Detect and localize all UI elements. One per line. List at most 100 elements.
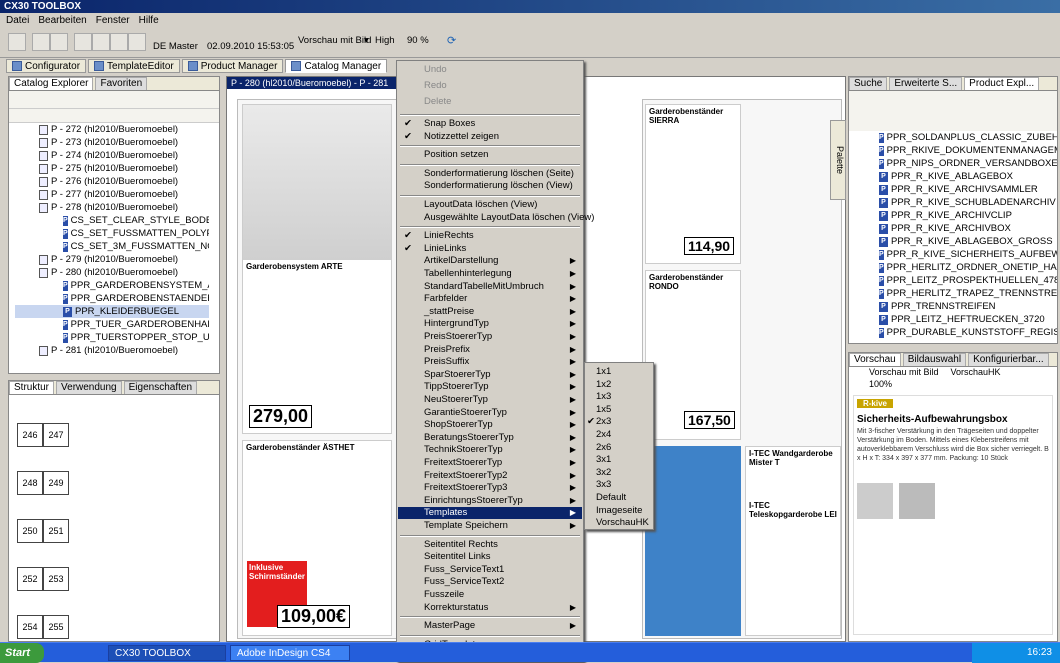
- submenu-item[interactable]: 1x1: [586, 366, 652, 378]
- menu-item[interactable]: TechnikStoererTyp ▶: [398, 444, 582, 456]
- submenu-item[interactable]: 2x6: [586, 442, 652, 454]
- menu-item[interactable]: LayoutData löschen (View): [398, 199, 582, 211]
- preview-mode-select[interactable]: Vorschau mit Bild: [869, 367, 939, 379]
- page-cell[interactable]: 246: [17, 423, 43, 447]
- tree-item[interactable]: P PPR_R_KIVE_ARCHIVSAMMLER: [879, 183, 1057, 196]
- menu-item[interactable]: SparStoererTyp ▶: [398, 369, 582, 381]
- submenu-item[interactable]: 1x3: [586, 391, 652, 403]
- preview-zoom[interactable]: 100%: [849, 379, 1057, 391]
- tab-konfigurierbar[interactable]: Konfigurierbar...: [968, 353, 1049, 366]
- product-box[interactable]: Garderobenständer SIERRA 114,90: [645, 104, 741, 264]
- menu-item[interactable]: MasterPage ▶: [398, 620, 582, 632]
- menu-item[interactable]: ✔ Snap Boxes: [398, 118, 582, 130]
- submenu-item[interactable]: 3x2: [586, 467, 652, 479]
- start-button[interactable]: Start: [0, 643, 44, 663]
- submenu-item[interactable]: 1x2: [586, 379, 652, 391]
- menu-item[interactable]: ArtikelDarstellung ▶: [398, 255, 582, 267]
- tab-templateeditor[interactable]: TemplateEditor: [88, 59, 180, 73]
- tree-item[interactable]: P PPR_R_KIVE_ARCHIVCLIP: [879, 209, 1057, 222]
- quality-select[interactable]: High: [375, 35, 395, 46]
- tree-item[interactable]: P PPR_RKIVE_DOKUMENTENMANAGEME: [879, 144, 1057, 157]
- tree-item[interactable]: PCS_SET_3M_FUSSMATTEN_NOMAD: [15, 240, 209, 253]
- tab-favoriten[interactable]: Favoriten: [95, 77, 148, 90]
- tree-item[interactable]: P PPR_NIPS_ORDNER_VERSANDBOXEN: [879, 157, 1057, 170]
- tab-suche[interactable]: Suche: [849, 77, 888, 90]
- menu-item[interactable]: Position setzen: [398, 149, 582, 161]
- menu-item[interactable]: FreitextStoererTyp ▶: [398, 457, 582, 469]
- page-cell[interactable]: 248: [17, 471, 43, 495]
- menu-item[interactable]: ✔ Notizzettel zeigen: [398, 131, 582, 143]
- menu-fenster[interactable]: Fenster: [96, 13, 130, 28]
- tab-struktur[interactable]: Struktur: [9, 381, 55, 394]
- menu-item[interactable]: Fusszeile: [398, 589, 582, 601]
- submenu-item[interactable]: 3x1: [586, 454, 652, 466]
- product-box[interactable]: Garderobenständer ÄSTHET Inklusive Schir…: [242, 440, 392, 636]
- tree-item[interactable]: P PPR_SOLDANPLUS_CLASSIC_ZUBEHOE: [879, 131, 1057, 144]
- menu-item[interactable]: PreisStoererTyp ▶: [398, 331, 582, 343]
- page-cell[interactable]: 252: [17, 567, 43, 591]
- tab-catalog-explorer[interactable]: Catalog Explorer: [9, 77, 94, 90]
- tab-eigenschaften[interactable]: Eigenschaften: [123, 381, 198, 394]
- tree-item[interactable]: P - 272 (hl2010/Bueromoebel): [15, 123, 209, 136]
- tree-item[interactable]: P - 281 (hl2010/Bueromoebel): [15, 344, 209, 357]
- menu-item[interactable]: TippStoererTyp ▶: [398, 381, 582, 393]
- menu-item[interactable]: Fuss_ServiceText1: [398, 564, 582, 576]
- menu-item[interactable]: StandardTabelleMitUmbruch ▶: [398, 281, 582, 293]
- product-box[interactable]: Garderobenständer RONDO 167,50: [645, 270, 741, 440]
- tree-item[interactable]: P PPR_KLEIDERBUEGEL: [15, 305, 209, 318]
- tree-item[interactable]: PCS_SET_CLEAR_STYLE_BODENSCH: [15, 214, 209, 227]
- page-cell[interactable]: 247: [43, 423, 69, 447]
- tree-item[interactable]: P - 277 (hl2010/Bueromoebel): [15, 188, 209, 201]
- menu-item[interactable]: PreisSuffix ▶: [398, 356, 582, 368]
- menu-item[interactable]: EinrichtungsStoererTyp ▶: [398, 495, 582, 507]
- refresh-icon[interactable]: ⟳: [447, 34, 456, 47]
- chevron-down-icon[interactable]: ▾: [364, 35, 369, 46]
- tree-item[interactable]: P PPR_R_KIVE_SCHUBLADENARCHIV: [879, 196, 1057, 209]
- menu-item[interactable]: BeratungsStoererTyp ▶: [398, 432, 582, 444]
- menu-datei[interactable]: Datei: [6, 13, 29, 28]
- tree-item[interactable]: P PPR_DURABLE_KUNSTSTOFF_REGISTI: [879, 326, 1057, 339]
- tree-item[interactable]: PCS_SET_FUSSMATTEN_POLYPROP: [15, 227, 209, 240]
- menu-item[interactable]: Undo: [398, 64, 582, 76]
- tree-item[interactable]: P PPR_R_KIVE_ARCHIVBOX: [879, 222, 1057, 235]
- preview-select[interactable]: Vorschau mit Bild: [298, 35, 371, 46]
- zoom-select[interactable]: 90 %: [407, 35, 429, 46]
- new-icon[interactable]: [8, 33, 26, 51]
- menu-item[interactable]: PreisPrefix ▶: [398, 344, 582, 356]
- menu-item[interactable]: Ausgewählte LayoutData löschen (View): [398, 212, 594, 224]
- doc-tab[interactable]: P - 280 (hl2010/Bueromoebel) - P - 281 (…: [227, 77, 397, 100]
- menu-item[interactable]: Template Speichern ▶: [398, 520, 582, 532]
- tree-item[interactable]: P PPR_R_KIVE_SICHERHEITS_AUFBEWA: [879, 248, 1057, 261]
- task-indesign[interactable]: Adobe InDesign CS4: [230, 645, 350, 661]
- tree-item[interactable]: PPPR_GARDEROBENSTAENDER_AES: [15, 292, 209, 305]
- menu-item[interactable]: ✔ LinieRechts: [398, 230, 582, 242]
- menu-item[interactable]: Delete: [398, 96, 582, 108]
- menu-item[interactable]: Farbfelder ▶: [398, 293, 582, 305]
- tree-item[interactable]: P - 273 (hl2010/Bueromoebel): [15, 136, 209, 149]
- tab-product-explorer[interactable]: Product Expl...: [964, 77, 1040, 90]
- menu-item[interactable]: GarantieStoererTyp ▶: [398, 407, 582, 419]
- tree-item[interactable]: PPPR_TUER_GARDEROBENHAKEN_N: [15, 318, 209, 331]
- page-cell[interactable]: 251: [43, 519, 69, 543]
- tab-product-manager[interactable]: Product Manager: [181, 59, 284, 73]
- submenu-item[interactable]: VorschauHK: [586, 517, 652, 529]
- submenu-item[interactable]: Default: [586, 492, 652, 504]
- menu-bearbeiten[interactable]: Bearbeiten: [38, 13, 86, 28]
- tab-erweiterte-suche[interactable]: Erweiterte S...: [889, 77, 963, 90]
- tree-item[interactable]: P PPR_HERLITZ_TRAPEZ_TRENNSTREIF: [879, 287, 1057, 300]
- palette-tab[interactable]: Palette: [830, 120, 846, 200]
- page-cell[interactable]: 255: [43, 615, 69, 639]
- menu-item[interactable]: Seitentitel Rechts: [398, 539, 582, 551]
- tool-icon[interactable]: [92, 33, 110, 51]
- menu-item[interactable]: FreitextStoererTyp2 ▶: [398, 470, 582, 482]
- page-cell[interactable]: 250: [17, 519, 43, 543]
- tree-item[interactable]: P PPR_LEITZ_HEFTRUECKEN_3720: [879, 313, 1057, 326]
- menu-item[interactable]: Fuss_ServiceText2: [398, 576, 582, 588]
- tree-item[interactable]: P PPR_LEITZ_PROSPEKTHUELLEN_4780: [879, 274, 1057, 287]
- tab-vorschau[interactable]: Vorschau: [849, 353, 901, 366]
- save-icon[interactable]: [50, 33, 68, 51]
- tree-item[interactable]: P PPR_R_KIVE_ABLAGEBOX_GROSS: [879, 235, 1057, 248]
- submenu-item[interactable]: 1x5: [586, 404, 652, 416]
- product-box[interactable]: Garderobensystem ARTE 279,00: [242, 104, 392, 434]
- tree-item[interactable]: P - 278 (hl2010/Bueromoebel): [15, 201, 209, 214]
